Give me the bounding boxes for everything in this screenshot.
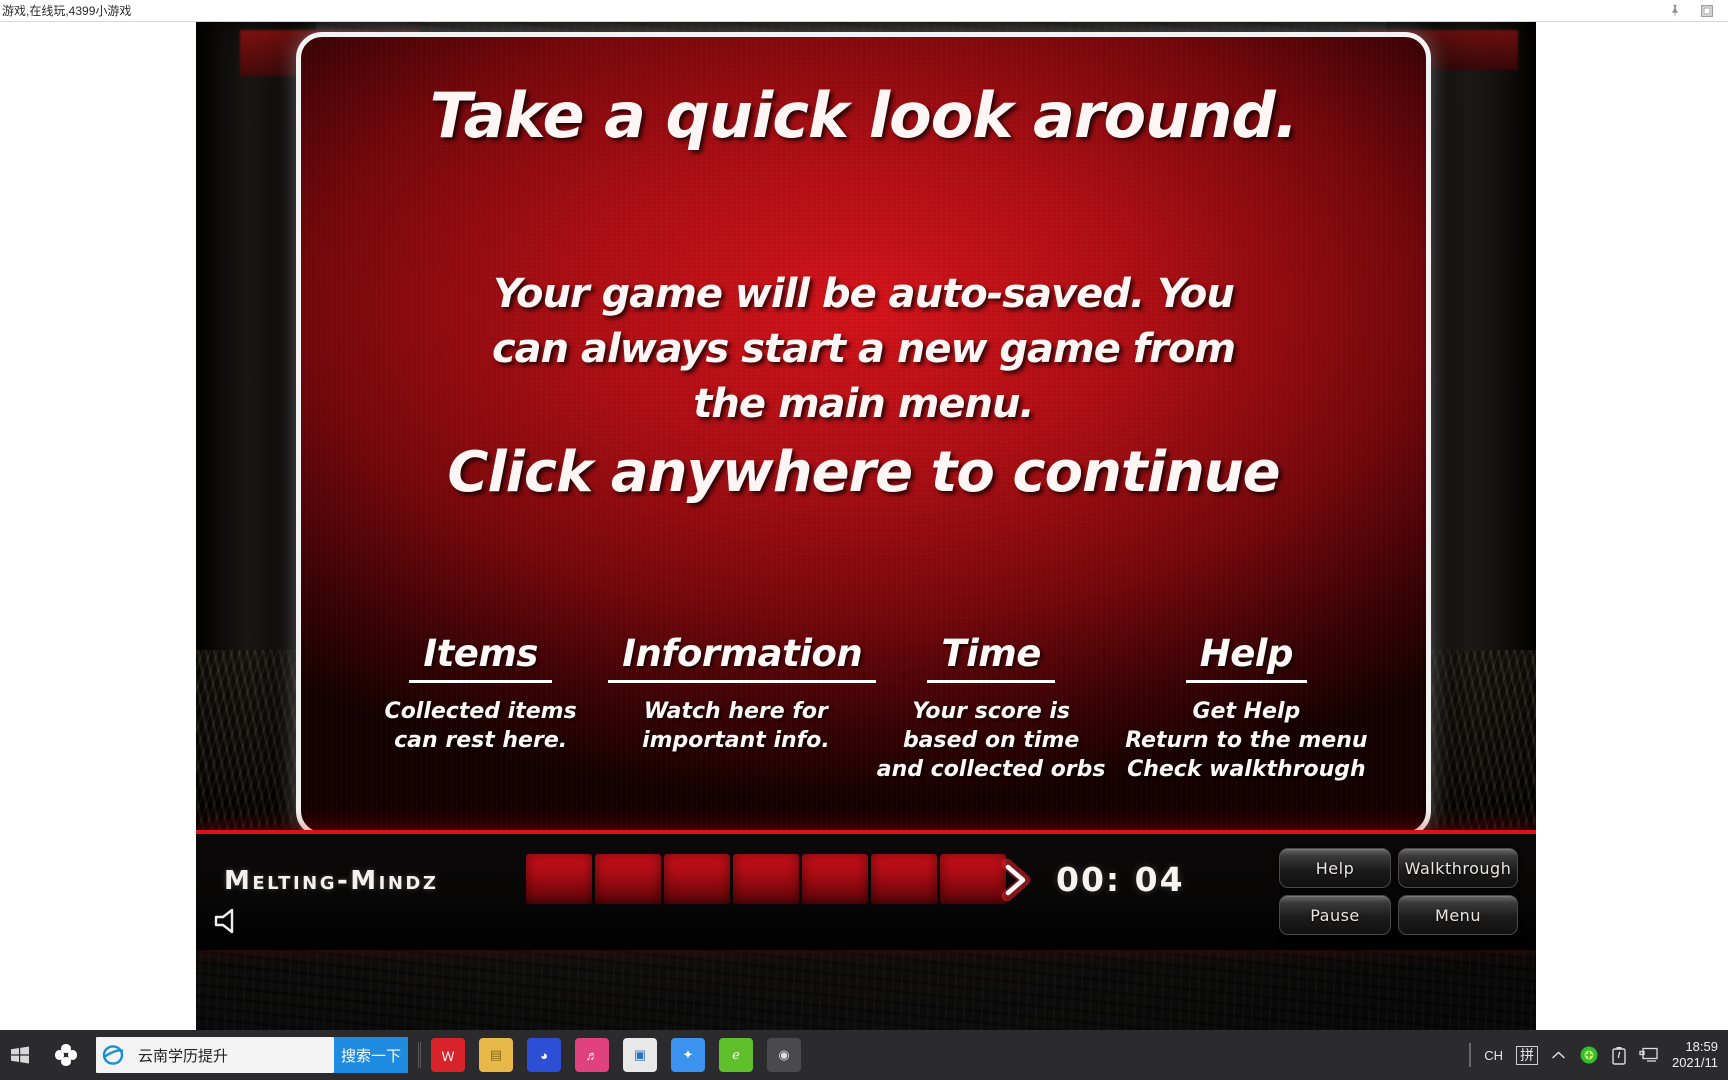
bird-app-icon[interactable]: ✦ [671, 1038, 705, 1072]
callout-row: Items Collected items can rest here. Info… [301, 632, 1426, 784]
pin-icon[interactable] [1668, 4, 1682, 18]
inventory-slot[interactable] [595, 854, 661, 904]
taskbar-app-list: Ｗ ▤ ◕ ♬ ▣ ✦ ℯ ◉ [431, 1038, 801, 1072]
tray-divider [1469, 1043, 1472, 1067]
speaker-icon[interactable] [212, 906, 246, 936]
chevron-up-icon[interactable] [1551, 1050, 1566, 1061]
menu-button[interactable]: Menu [1398, 895, 1518, 935]
inventory-slot[interactable] [664, 854, 730, 904]
callout-description: Collected items can rest here. [384, 698, 577, 753]
callout-heading: Information [608, 632, 877, 683]
taskbar-divider [418, 1042, 421, 1068]
battery-icon[interactable] [1612, 1046, 1626, 1065]
search-input[interactable]: 云南学历提升 [96, 1037, 334, 1073]
callout-time: Time Your score is based on time and colle… [864, 632, 1119, 784]
titlebar-controls [1668, 4, 1728, 18]
tray-time: 18:59 [1685, 1039, 1718, 1054]
callout-items: Items Collected items can rest here. [353, 632, 608, 784]
inventory-slot[interactable] [526, 854, 592, 904]
tray-language-indicator[interactable]: CH [1484, 1048, 1503, 1063]
chevron-right-icon[interactable] [996, 858, 1036, 902]
callout-description: Watch here for important info. [642, 698, 830, 753]
intro-dialog[interactable]: Take a quick look around. Your game will… [296, 32, 1431, 837]
search-input-value: 云南学历提升 [138, 1047, 229, 1065]
help-button[interactable]: Help [1279, 848, 1391, 888]
callout-description: Get Help Return to the menu Check walkthro… [1125, 698, 1368, 782]
inventory-slots[interactable] [526, 854, 1006, 904]
file-explorer-icon[interactable]: ▤ [479, 1038, 513, 1072]
system-tray: CH 拼 18:59 2021/11 [1469, 1039, 1728, 1071]
inventory-slot[interactable] [871, 854, 937, 904]
callout-heading: Items [409, 632, 552, 683]
cortana-circle-icon[interactable] [40, 1030, 92, 1080]
tray-ime-icon[interactable]: 拼 [1515, 1045, 1538, 1065]
wps-office-icon[interactable]: Ｗ [431, 1038, 465, 1072]
dialog-continue-prompt: Click anywhere to continue [447, 440, 1280, 505]
game-stage[interactable]: Take a quick look around. Your game will… [196, 22, 1536, 1030]
dialog-body-text: Your game will be auto-saved. You can al… [491, 271, 1236, 428]
shield-green-icon[interactable] [1579, 1045, 1599, 1065]
browser-page: Take a quick look around. Your game will… [0, 22, 1728, 1030]
green-browser-icon[interactable]: ℯ [719, 1038, 753, 1072]
internet-explorer-icon [102, 1042, 132, 1068]
obs-studio-icon[interactable]: ◉ [767, 1038, 801, 1072]
callout-heading: Time [927, 632, 1055, 683]
restore-icon[interactable] [1700, 4, 1714, 18]
walkthrough-button[interactable]: Walkthrough [1398, 848, 1518, 888]
inventory-slot[interactable] [733, 854, 799, 904]
callout-heading: Help [1185, 632, 1307, 683]
callout-description: Your score is based on time and collected … [876, 698, 1106, 782]
tray-date: 2021/11 [1671, 1055, 1718, 1070]
callout-help: Help Get Help Return to the menu Check wal… [1119, 632, 1374, 784]
news-app-icon[interactable]: ▣ [623, 1038, 657, 1072]
inventory-slot[interactable] [802, 854, 868, 904]
music-app-icon[interactable]: ♬ [575, 1038, 609, 1072]
browser-360-icon[interactable]: ◕ [527, 1038, 561, 1072]
monitor-icon[interactable] [1639, 1047, 1659, 1063]
tray-clock[interactable]: 18:59 2021/11 [1672, 1039, 1718, 1071]
dialog-title: Take a quick look around. [429, 79, 1299, 152]
game-logo: Melting-Mindz [224, 866, 439, 896]
windows-start-icon[interactable] [0, 1030, 40, 1080]
browser-titlebar: 游戏,在线玩,4399小游戏 [0, 0, 1728, 22]
hud-button-group: Help Walkthrough Pause Menu [1279, 848, 1518, 935]
pause-button[interactable]: Pause [1279, 895, 1391, 935]
browser-window-title: 游戏,在线玩,4399小游戏 [2, 4, 132, 18]
windows-taskbar: 云南学历提升 搜索一下 Ｗ ▤ ◕ ♬ ▣ ✦ ℯ ◉ CH 拼 18:59 2… [0, 1030, 1728, 1080]
callout-information: Information Watch here for important info… [608, 632, 877, 784]
game-timer: 00: 04 [1056, 860, 1185, 899]
search-submit-button[interactable]: 搜索一下 [334, 1037, 408, 1073]
game-hud: Melting-Mindz 00: 04 Help Walkthrough Pa… [196, 830, 1536, 950]
